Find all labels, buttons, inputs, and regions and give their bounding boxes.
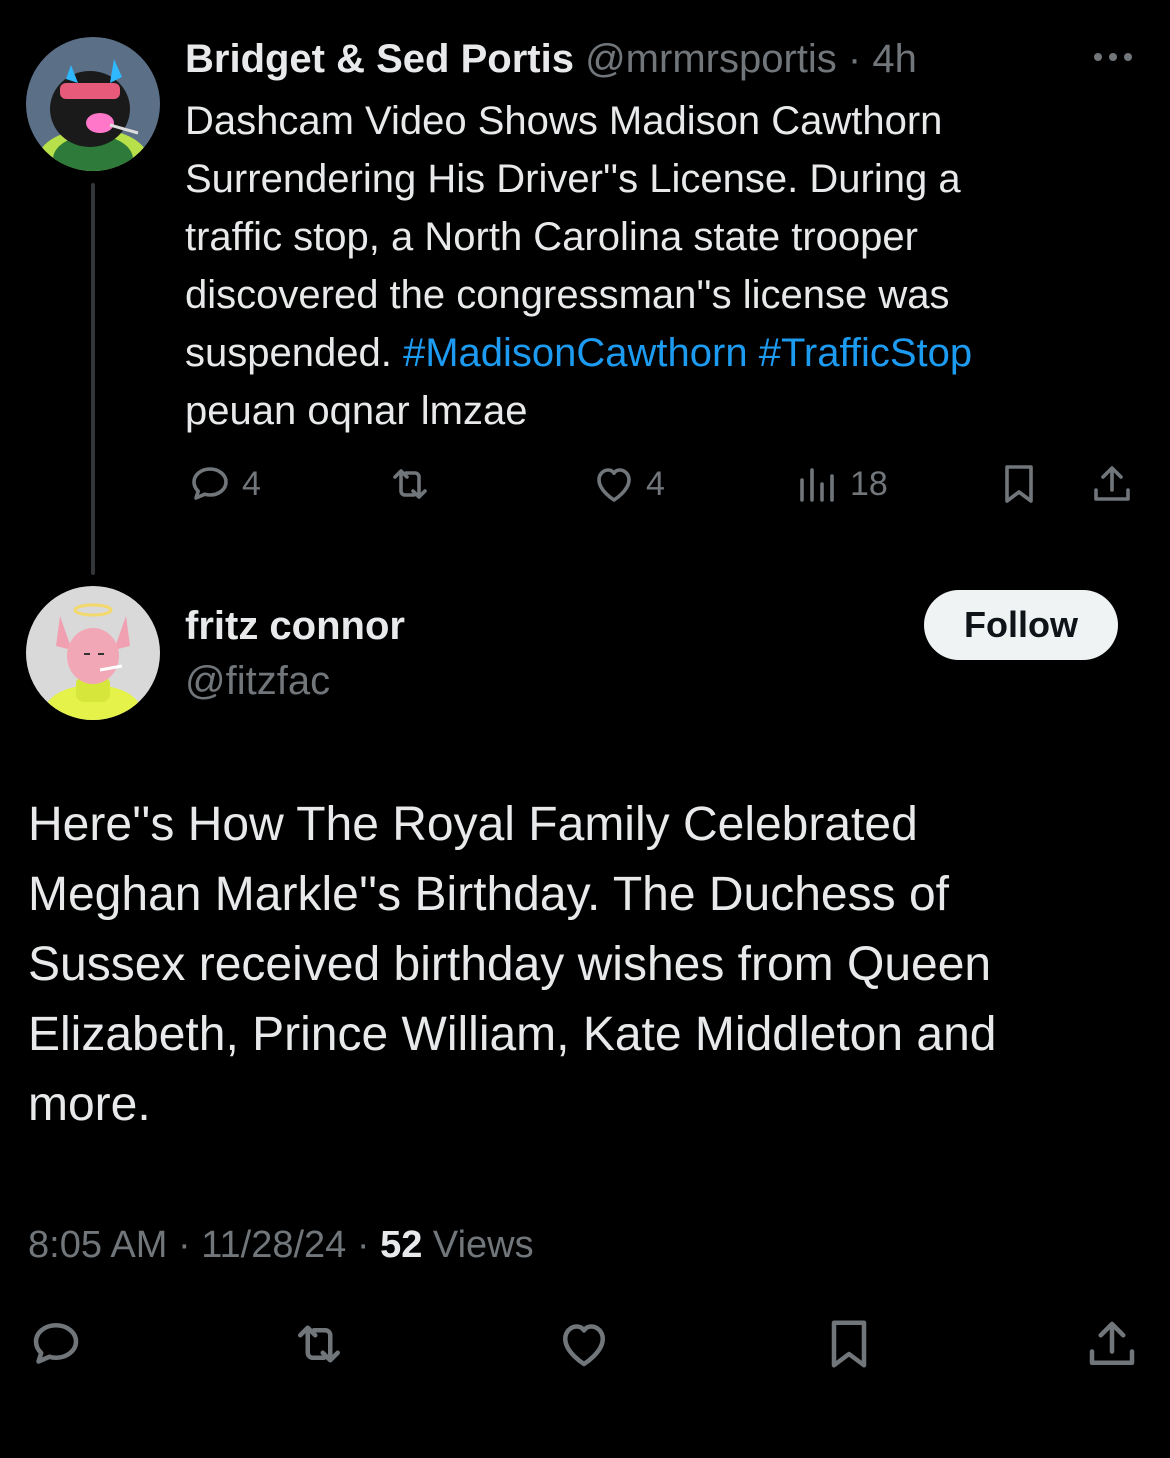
- more-options-icon[interactable]: [1094, 44, 1140, 70]
- thread-connector-line: [91, 183, 95, 575]
- repost-button[interactable]: [289, 1314, 349, 1374]
- more-dot: [1124, 53, 1132, 61]
- post2-views-count[interactable]: 52: [380, 1224, 422, 1266]
- avatar-image: [26, 37, 160, 171]
- post2-text-line: Here''s How The Royal Family Celebrated: [28, 798, 918, 851]
- repost-icon: [393, 469, 427, 499]
- reply-count: 4: [242, 464, 261, 503]
- like-count: 4: [646, 464, 665, 503]
- heart-icon: [563, 1324, 605, 1367]
- post2-time[interactable]: 8:05 AM: [28, 1224, 167, 1266]
- post1-body: Dashcam Video Shows Madison Cawthorn Sur…: [185, 92, 1135, 440]
- meta-separator: ·: [346, 1224, 381, 1266]
- post1-text-line: Dashcam Video Shows Madison Cawthorn: [185, 99, 943, 143]
- repost-icon: [298, 1325, 340, 1363]
- post1-author-name[interactable]: Bridget & Sed Portis: [185, 37, 574, 81]
- post1-text-line: discovered the congressman''s license wa…: [185, 273, 950, 317]
- post1-text-line-hashtags: suspended. #MadisonCawthorn #TrafficStop: [185, 324, 1135, 382]
- repost-button[interactable]: [386, 460, 434, 508]
- post1-header: Bridget & Sed Portis @mrmrsportis · 4h: [185, 34, 917, 84]
- post1-text-trailing: peuan oqnar lmzae: [185, 389, 528, 433]
- post1-text-line: Surrendering His Driver''s License. Duri…: [185, 157, 961, 201]
- views-count: 18: [850, 464, 888, 503]
- share-button[interactable]: [1082, 1314, 1142, 1374]
- post2-date[interactable]: 11/28/24: [201, 1224, 346, 1266]
- post2-author-handle[interactable]: @fitzfac: [185, 656, 330, 706]
- bookmark-icon: [831, 1320, 867, 1368]
- bookmark-button[interactable]: [995, 460, 1043, 508]
- meta-separator: ·: [167, 1224, 202, 1266]
- like-button[interactable]: [554, 1314, 614, 1374]
- reply-button[interactable]: [26, 1314, 86, 1374]
- avatar-bridget-sed-portis[interactable]: [26, 37, 160, 171]
- views-button[interactable]: 18: [794, 460, 888, 508]
- post1-author-handle[interactable]: @mrmrsportis: [585, 37, 837, 81]
- avatar-image: [26, 586, 160, 720]
- more-dot: [1109, 53, 1117, 61]
- post1-separator: ·: [847, 37, 862, 81]
- more-dot: [1094, 53, 1102, 61]
- post1-text-line: traffic stop, a North Carolina state tro…: [185, 215, 918, 259]
- share-icon: [1089, 1321, 1135, 1365]
- post2-text-line: Meghan Markle''s Birthday. The Duchess o…: [28, 868, 949, 921]
- post2-views-label[interactable]: Views: [422, 1224, 534, 1266]
- reply-icon: [192, 467, 228, 500]
- post2-text-line: Sussex received birthday wishes from Que…: [28, 938, 992, 991]
- avatar-fritz-connor[interactable]: [26, 586, 160, 720]
- share-button[interactable]: [1088, 460, 1136, 508]
- bookmark-button[interactable]: [819, 1314, 879, 1374]
- post1-text-suspended: suspended.: [185, 331, 403, 375]
- post1-time[interactable]: 4h: [872, 37, 917, 81]
- hashtag-link[interactable]: #MadisonCawthorn: [403, 331, 748, 375]
- analytics-icon: [800, 468, 834, 502]
- heart-icon: [597, 468, 631, 502]
- post2-text-line: more.: [28, 1078, 151, 1131]
- follow-button[interactable]: Follow: [924, 590, 1118, 660]
- post2-author-name[interactable]: fritz connor: [185, 600, 405, 652]
- bookmark-icon: [1005, 465, 1033, 503]
- post2-body: Here''s How The Royal Family Celebrated …: [28, 790, 1128, 1140]
- post2-meta: 8:05 AM · 11/28/24 · 52 Views: [28, 1220, 534, 1270]
- like-button[interactable]: 4: [590, 460, 665, 508]
- post2-text-line: Elizabeth, Prince William, Kate Middleto…: [28, 1008, 997, 1061]
- reply-button[interactable]: 4: [186, 460, 261, 508]
- hashtag-link[interactable]: #TrafficStop: [759, 331, 972, 375]
- share-icon: [1094, 466, 1130, 501]
- reply-icon: [33, 1323, 79, 1364]
